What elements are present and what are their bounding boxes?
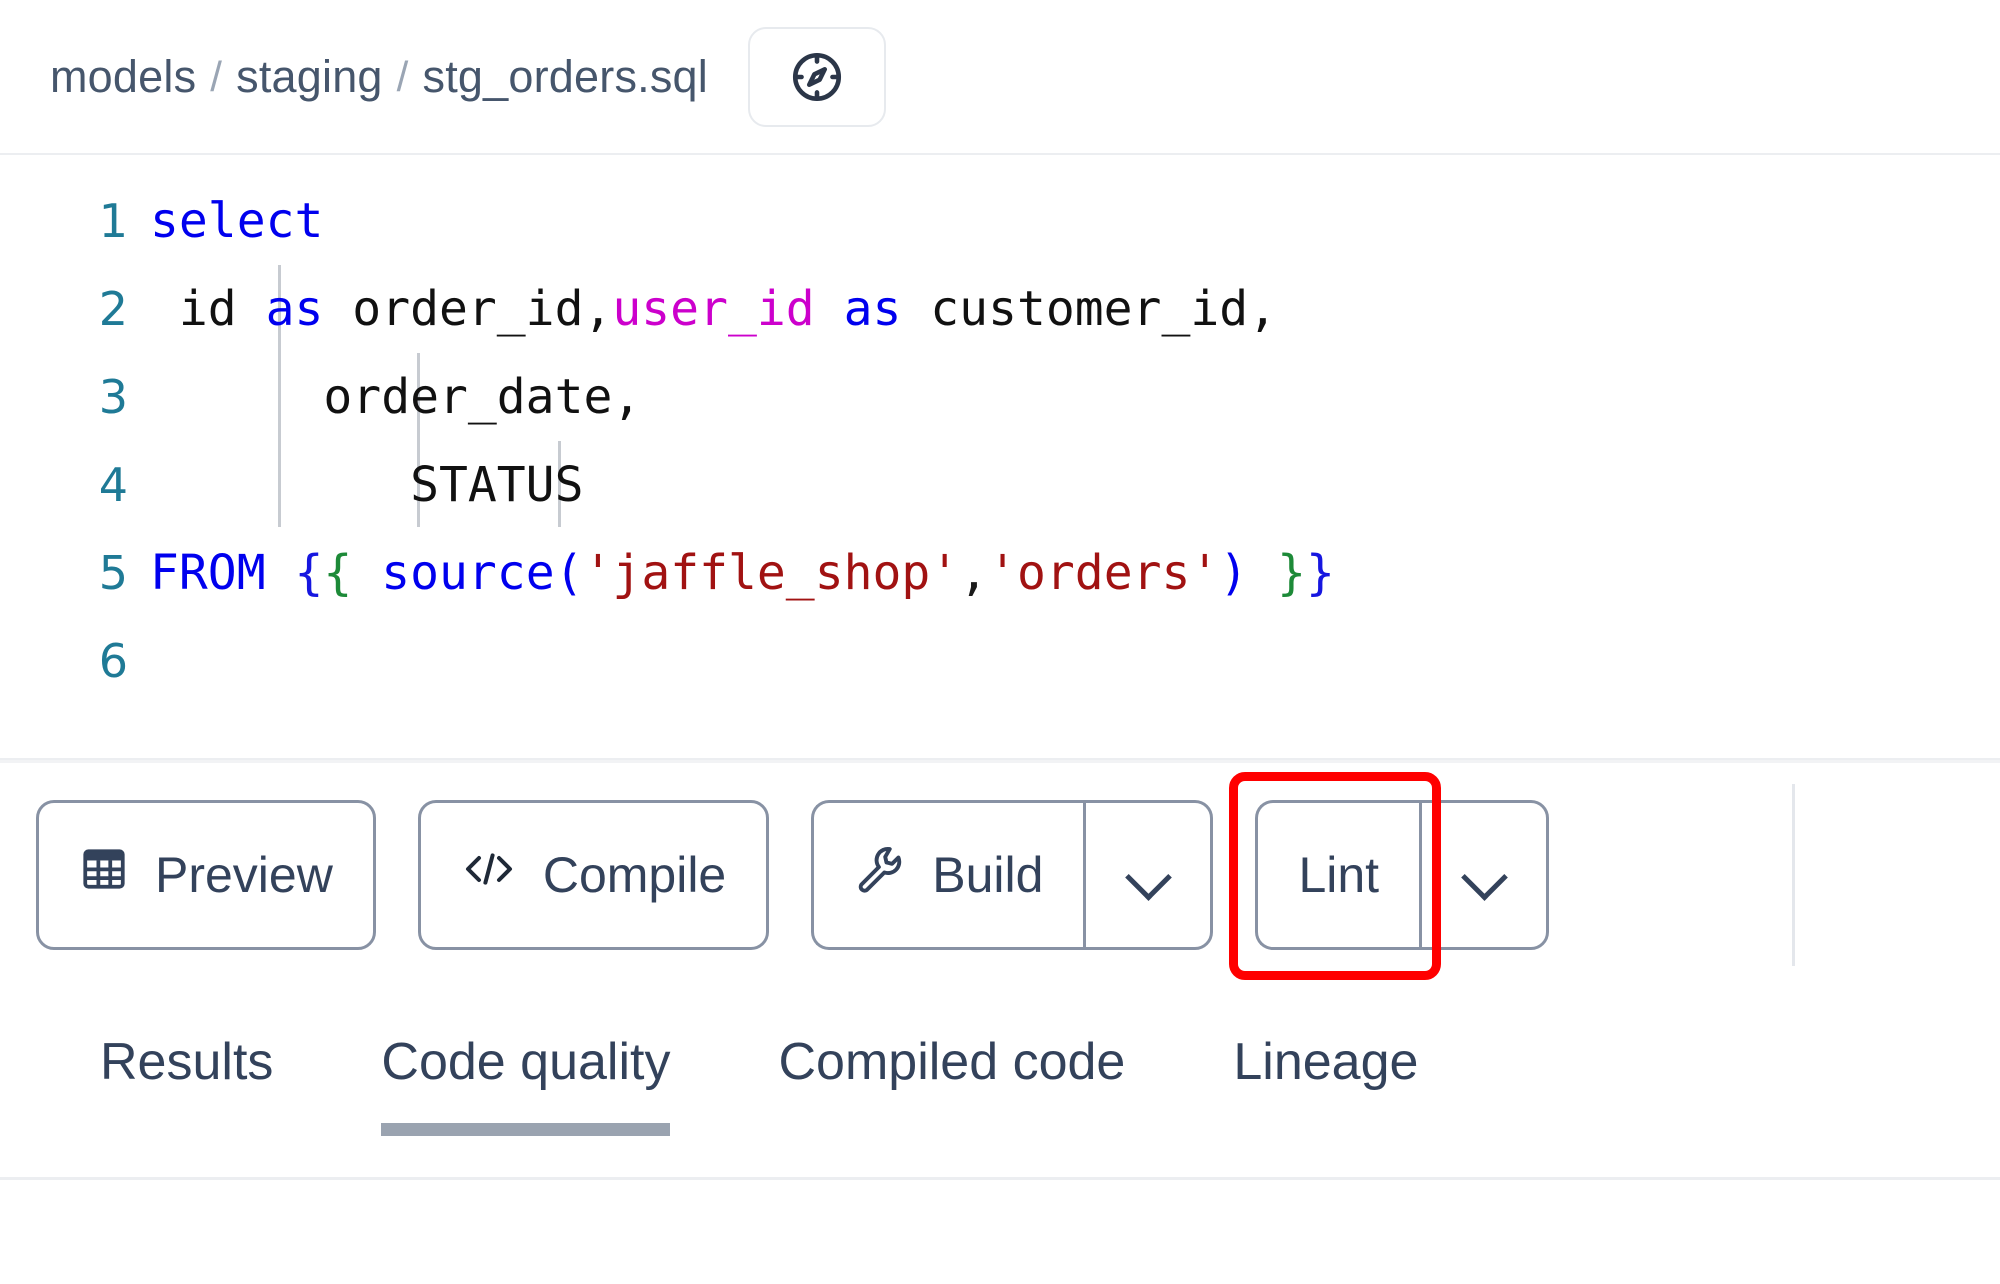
code-editor[interactable]: 1 select 2 id as order_id,user_id as cus… (0, 155, 2000, 760)
compass-button[interactable] (747, 26, 886, 127)
code-line[interactable]: 6 (0, 617, 2000, 705)
breadcrumb-separator: / (210, 52, 223, 100)
preview-button[interactable]: Preview (36, 800, 376, 950)
lint-button-label: Lint (1298, 847, 1380, 903)
token-paren: ) (1219, 545, 1249, 601)
line-number: 4 (98, 458, 128, 512)
token-identifier: id (150, 281, 266, 337)
tab-compiled-code[interactable]: Compiled code (778, 990, 1125, 1128)
toolbar-vertical-divider (1792, 784, 1795, 966)
token-string: 'orders' (988, 545, 1220, 601)
token-identifier: STATUS (150, 457, 584, 513)
token-identifier: order_id, (323, 281, 613, 337)
chevron-down-icon (1464, 855, 1504, 895)
token-paren: ( (554, 545, 584, 601)
tab-results-label: Results (100, 1033, 274, 1091)
toolbar-top-divider (0, 760, 2000, 763)
code-line-text[interactable]: select (150, 177, 2000, 265)
tab-lineage-label: Lineage (1233, 1033, 1419, 1091)
action-toolbar: Preview Compile Build Lint (0, 760, 2000, 990)
code-line-text[interactable]: id as order_id,user_id as customer_id, (150, 265, 2000, 353)
code-line[interactable]: 5 FROM {{ source('jaffle_shop','orders')… (0, 529, 2000, 617)
token-jinja-brace: { (294, 545, 324, 601)
wrench-icon (854, 843, 906, 907)
breadcrumb-separator: / (396, 52, 409, 100)
table-icon (79, 844, 129, 906)
token-string: 'jaffle_shop' (583, 545, 960, 601)
tab-content-panel (0, 1180, 2000, 1284)
preview-button-label: Preview (155, 847, 333, 903)
line-number: 5 (98, 546, 128, 600)
compile-button-label: Compile (542, 847, 727, 903)
tab-bar-bottom-divider (0, 1177, 2000, 1180)
code-line-text[interactable]: FROM {{ source('jaffle_shop','orders') }… (150, 529, 2000, 617)
build-button-label: Build (932, 847, 1044, 903)
breadcrumb-bar: models / staging / stg_orders.sql (0, 0, 2000, 155)
build-split-button: Build (811, 800, 1214, 950)
code-line[interactable]: 3 order_date, (0, 353, 2000, 441)
token-jinja-brace: } (1306, 545, 1335, 601)
code-line-text[interactable]: STATUS (150, 441, 2000, 529)
token-function: source (352, 545, 555, 601)
tab-lineage[interactable]: Lineage (1233, 990, 1418, 1128)
token-keyword: select (150, 193, 324, 249)
token-identifier: customer_id, (930, 281, 1278, 337)
line-number: 6 (98, 634, 128, 688)
lint-dropdown-button[interactable] (1419, 800, 1550, 950)
tab-active-underline (381, 1123, 671, 1136)
results-tab-bar: Results Code quality Compiled code Linea… (0, 990, 2000, 1180)
breadcrumb-item-file[interactable]: stg_orders.sql (423, 51, 708, 103)
breadcrumb: models / staging / stg_orders.sql (50, 51, 708, 103)
token-keyword: FROM (150, 545, 295, 601)
code-line-text[interactable]: order_date, (150, 353, 2000, 441)
tab-code-quality-label: Code quality (381, 1033, 671, 1091)
code-line[interactable]: 2 id as order_id,user_id as customer_id, (0, 265, 2000, 353)
token-comma: , (959, 545, 989, 601)
code-area[interactable]: 1 select 2 id as order_id,user_id as cus… (0, 155, 2000, 705)
chevron-down-icon (1128, 855, 1168, 895)
token-jinja-brace: } (1248, 545, 1306, 601)
tab-results[interactable]: Results (100, 990, 273, 1128)
code-brackets-icon (461, 844, 517, 906)
build-dropdown-button[interactable] (1083, 800, 1214, 950)
token-keyword: as (814, 281, 931, 337)
tab-compiled-code-label: Compiled code (778, 1033, 1126, 1091)
token-jinja-brace: { (323, 545, 353, 601)
line-number: 3 (98, 370, 128, 424)
line-number: 2 (98, 282, 128, 336)
token-variable: user_id (612, 281, 815, 337)
line-number: 1 (98, 194, 128, 248)
code-line[interactable]: 4 STATUS (0, 441, 2000, 529)
lint-button[interactable]: Lint (1255, 800, 1420, 950)
tab-code-quality[interactable]: Code quality (381, 990, 671, 1136)
token-keyword: as (265, 281, 324, 337)
compile-button[interactable]: Compile (417, 800, 770, 950)
breadcrumb-item-staging[interactable]: staging (236, 51, 383, 103)
token-identifier: order_date, (150, 369, 642, 425)
build-button[interactable]: Build (811, 800, 1084, 950)
code-line[interactable]: 1 select (0, 177, 2000, 265)
compass-icon (788, 48, 846, 106)
lint-split-button: Lint (1229, 772, 1550, 980)
breadcrumb-item-models[interactable]: models (50, 51, 196, 103)
